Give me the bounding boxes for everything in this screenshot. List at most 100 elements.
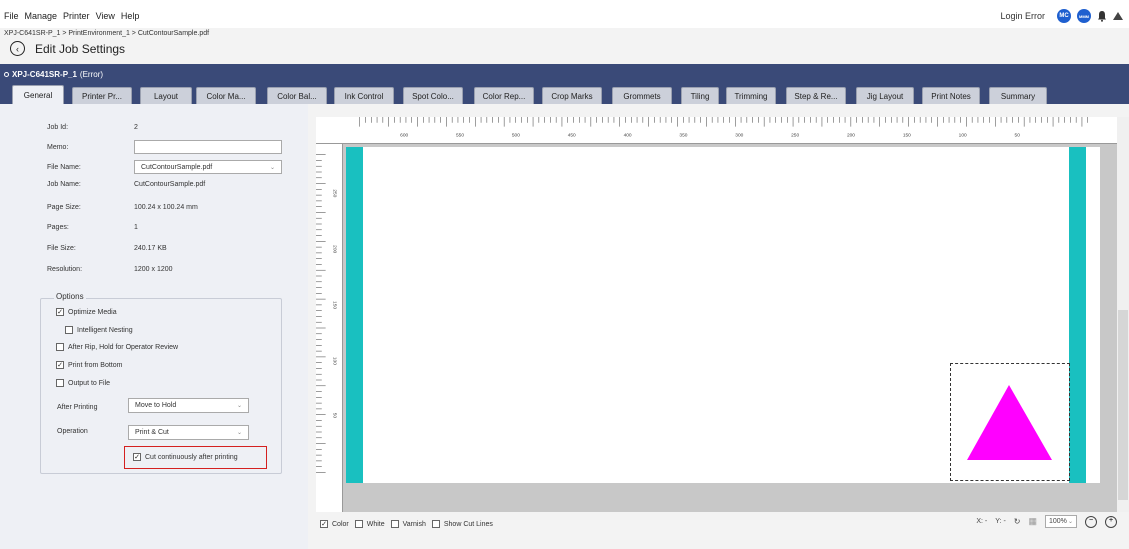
ruler-top-label: 100: [959, 132, 967, 138]
tab-bar: General Printer Pr... Layout Color Ma...…: [0, 81, 1129, 104]
print-from-bottom-label: Print from Bottom: [68, 361, 123, 369]
cut-contour-box[interactable]: [950, 363, 1070, 481]
scrollbar-thumb[interactable]: [1118, 310, 1128, 500]
file-name-select[interactable]: CutContourSample.pdf ⌄: [134, 160, 282, 174]
output-to-file-checkbox[interactable]: [56, 379, 64, 387]
refresh-icon[interactable]: ↻: [1014, 517, 1021, 526]
intelligent-nesting-row: Intelligent Nesting: [65, 326, 133, 334]
menu-help[interactable]: Help: [121, 11, 140, 21]
ruler-left-label: 50: [331, 413, 337, 419]
cut-continuously-checkbox[interactable]: ✓: [133, 453, 141, 461]
print-preview[interactable]: 600 550 500 450 400 350 300 250 200 150 100 50 250 2…: [316, 117, 1117, 512]
optimize-media-checkbox[interactable]: ✓: [56, 308, 64, 316]
printer-status-icon: [4, 72, 9, 77]
color-toggle: ✓ Color: [320, 520, 349, 528]
print-from-bottom-checkbox[interactable]: ✓: [56, 361, 64, 369]
ruler-top-label: 450: [568, 132, 576, 138]
tab-crop-marks[interactable]: Crop Marks: [542, 87, 602, 104]
intelligent-nesting-checkbox[interactable]: [65, 326, 73, 334]
color-checkbox[interactable]: ✓: [320, 520, 328, 528]
resolution-label: Resolution:: [47, 266, 83, 273]
tab-summary[interactable]: Summary: [989, 87, 1047, 104]
tab-spot-color[interactable]: Spot Colo...: [403, 87, 463, 104]
media-edge-left: [346, 147, 363, 483]
ruler-top-label: 300: [735, 132, 743, 138]
page-title: Edit Job Settings: [35, 41, 126, 56]
after-printing-select[interactable]: Move to Hold ⌄: [128, 398, 249, 413]
menu-manage[interactable]: Manage: [25, 11, 58, 21]
after-printing-label: After Printing: [57, 404, 98, 411]
varnish-checkbox[interactable]: [390, 520, 399, 528]
white-checkbox[interactable]: [354, 520, 363, 528]
file-size-value: 240.17 KB: [134, 245, 167, 252]
chevron-down-icon: ⌄: [269, 165, 275, 171]
tab-jig-layout[interactable]: Jig Layout: [856, 87, 914, 104]
chevron-down-icon: ⌄: [1067, 519, 1073, 525]
output-to-file-row: Output to File: [56, 379, 110, 387]
zoom-out-icon[interactable]: −: [1085, 515, 1097, 528]
menu-view[interactable]: View: [96, 11, 115, 21]
tab-grommets[interactable]: Grommets: [612, 87, 672, 104]
ruler-left-label: 200: [331, 245, 337, 253]
memo-label: Memo:: [47, 144, 69, 151]
job-name-value: CutContourSample.pdf: [134, 181, 206, 188]
operation-select[interactable]: Print & Cut ⌄: [128, 425, 249, 440]
bell-icon[interactable]: [1097, 10, 1107, 22]
show-cut-lines-label: Show Cut Lines: [443, 520, 493, 528]
after-rip-hold-checkbox[interactable]: [56, 343, 64, 351]
x-coordinate: X: -: [976, 518, 988, 525]
avatar-secondary[interactable]: MMM: [1077, 9, 1091, 23]
tab-color-replacement[interactable]: Color Rep...: [474, 87, 534, 104]
ruler-top-label: 600: [400, 132, 408, 138]
cloud-icon[interactable]: [1113, 12, 1123, 20]
ruler-top-label: 150: [903, 132, 911, 138]
memo-input[interactable]: [134, 140, 282, 154]
menu-bar: File Manage Printer View Help Login Erro…: [0, 0, 1129, 28]
zoom-controls: X: - Y: - ↻ ▦ 100% ⌄ − +: [976, 515, 1117, 528]
tab-layout[interactable]: Layout: [140, 87, 192, 104]
tab-step-repeat[interactable]: Step & Re...: [786, 87, 846, 104]
zoom-in-icon[interactable]: +: [1105, 515, 1117, 528]
tab-color-management[interactable]: Color Ma...: [196, 87, 256, 104]
tab-ink-control[interactable]: Ink Control: [334, 87, 394, 104]
file-name-value: CutContourSample.pdf: [141, 163, 213, 171]
tab-print-notes[interactable]: Print Notes: [922, 87, 980, 104]
breadcrumb: XPJ-C641SR-P_1 > PrintEnvironment_1 > Cu…: [4, 30, 210, 37]
menu-file[interactable]: File: [4, 11, 19, 21]
login-status[interactable]: Login Error: [1000, 11, 1045, 21]
varnish-toggle: Varnish: [390, 520, 426, 528]
varnish-label: Varnish: [402, 520, 426, 528]
tab-color-balance[interactable]: Color Bal...: [267, 87, 327, 104]
ruler-top-label: 500: [512, 132, 520, 138]
zoom-select[interactable]: 100% ⌄: [1045, 515, 1077, 528]
tab-general[interactable]: General: [12, 85, 64, 104]
menu-printer[interactable]: Printer: [63, 11, 90, 21]
printer-status: (Error): [79, 70, 104, 79]
tab-printer-properties[interactable]: Printer Pr...: [72, 87, 132, 104]
triangle-shape: [967, 385, 1052, 460]
operation-label: Operation: [57, 428, 88, 435]
tab-tiling[interactable]: Tiling: [681, 87, 719, 104]
ruler-top-label: 550: [456, 132, 464, 138]
tab-trimming[interactable]: Trimming: [726, 87, 776, 104]
white-label: White: [366, 520, 385, 528]
grid-icon[interactable]: ▦: [1028, 516, 1037, 527]
output-to-file-label: Output to File: [68, 379, 111, 387]
ruler-top: 600 550 500 450 400 350 300 250 200 150 100 50: [316, 117, 1117, 144]
job-id-value: 2: [134, 124, 138, 131]
back-button[interactable]: ‹: [10, 41, 25, 56]
header-right: Login Error MC MMM: [1000, 9, 1123, 23]
job-name-label: Job Name:: [47, 181, 81, 188]
ruler-top-label: 250: [791, 132, 799, 138]
y-coordinate: Y: -: [995, 518, 1006, 525]
pages-value: 1: [134, 224, 138, 231]
print-from-bottom-row: ✓ Print from Bottom: [56, 361, 122, 369]
layer-toggles: ✓ Color White Varnish Show Cut Lines: [320, 520, 493, 528]
cut-continuously-row: ✓ Cut continuously after printing: [133, 453, 238, 461]
white-toggle: White: [354, 520, 385, 528]
ruler-top-label: 200: [847, 132, 855, 138]
color-label: Color: [332, 520, 349, 528]
show-cut-lines-checkbox[interactable]: [431, 520, 440, 528]
avatar[interactable]: MC: [1057, 9, 1071, 23]
ruler-left-label: 150: [331, 301, 337, 309]
